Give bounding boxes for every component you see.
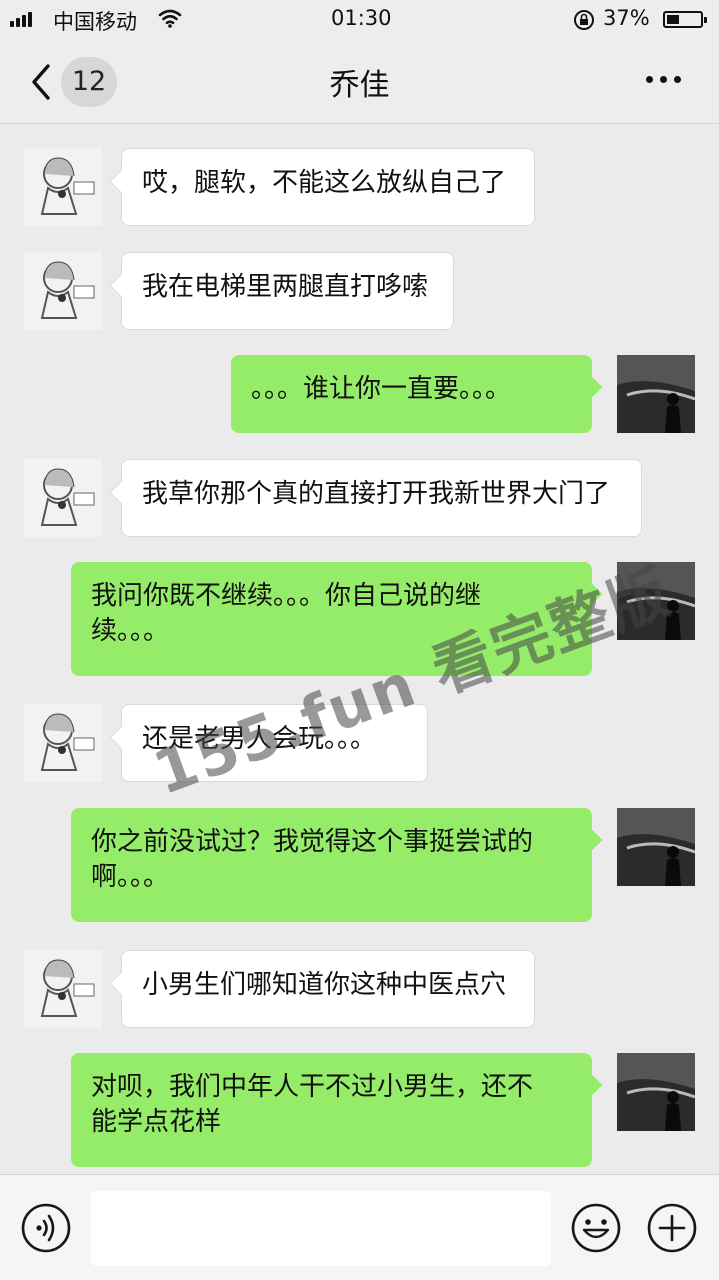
message-bubble[interactable]: 。。。谁让你一直要。。。 — [231, 355, 592, 433]
friend-avatar[interactable] — [24, 704, 102, 782]
message-text: 小男生们哪知道你这种中医点穴 — [142, 970, 507, 1000]
friend-avatar[interactable] — [24, 459, 102, 537]
my-avatar[interactable] — [617, 355, 695, 433]
message-outgoing: 。。。谁让你一直要。。。 — [0, 355, 719, 433]
signal-icon — [10, 11, 32, 27]
message-input[interactable] — [91, 1191, 551, 1266]
message-text: 对呗，我们中年人干不过小男生，还不能学点花样 — [91, 1072, 534, 1137]
message-text: 哎，腿软，不能这么放纵自己了 — [142, 168, 507, 198]
message-bubble[interactable]: 你之前没试过？我觉得这个事挺尝试的啊。。。 — [71, 808, 592, 922]
message-incoming: 小男生们哪知道你这种中医点穴 — [0, 950, 719, 1028]
rotation-lock-icon — [574, 10, 594, 30]
message-text: 你之前没试过？我觉得这个事挺尝试的啊。。。 — [91, 827, 534, 892]
chat-header: 12 乔佳 — [0, 40, 719, 124]
message-bubble[interactable]: 我草你那个真的直接打开我新世界大门了 — [121, 459, 642, 537]
message-text: 我在电梯里两腿直打哆嗦 — [142, 272, 429, 302]
plus-icon[interactable] — [646, 1202, 698, 1254]
my-avatar[interactable] — [617, 1053, 695, 1131]
message-incoming: 我在电梯里两腿直打哆嗦 — [0, 252, 719, 330]
emoji-icon[interactable] — [570, 1202, 622, 1254]
friend-avatar[interactable] — [24, 950, 102, 1028]
message-incoming: 我草你那个真的直接打开我新世界大门了 — [0, 459, 719, 537]
carrier-name: 中国移动 — [53, 10, 137, 34]
friend-avatar[interactable] — [24, 252, 102, 330]
message-outgoing: 你之前没试过？我觉得这个事挺尝试的啊。。。 — [0, 808, 719, 922]
message-text: 我草你那个真的直接打开我新世界大门了 — [142, 479, 611, 509]
status-bar: 中国移动 01:30 37% — [0, 0, 719, 40]
message-outgoing: 对呗，我们中年人干不过小男生，还不能学点花样 — [0, 1053, 719, 1167]
more-icon[interactable] — [646, 76, 681, 83]
input-bar — [0, 1174, 719, 1280]
friend-avatar[interactable] — [24, 148, 102, 226]
message-bubble[interactable]: 小男生们哪知道你这种中医点穴 — [121, 950, 535, 1028]
voice-icon[interactable] — [20, 1202, 72, 1254]
battery-icon — [663, 11, 707, 28]
message-bubble[interactable]: 对呗，我们中年人干不过小男生，还不能学点花样 — [71, 1053, 592, 1167]
chat-title: 乔佳 — [329, 68, 390, 103]
my-avatar[interactable] — [617, 808, 695, 886]
clock: 01:30 — [331, 6, 392, 30]
message-bubble[interactable]: 哎，腿软，不能这么放纵自己了 — [121, 148, 535, 226]
message-incoming: 哎，腿软，不能这么放纵自己了 — [0, 148, 719, 226]
message-bubble[interactable]: 我在电梯里两腿直打哆嗦 — [121, 252, 454, 330]
battery-percent: 37% — [603, 6, 650, 30]
wifi-icon — [158, 9, 182, 28]
message-text: 。。。谁让你一直要。。。 — [251, 374, 512, 404]
